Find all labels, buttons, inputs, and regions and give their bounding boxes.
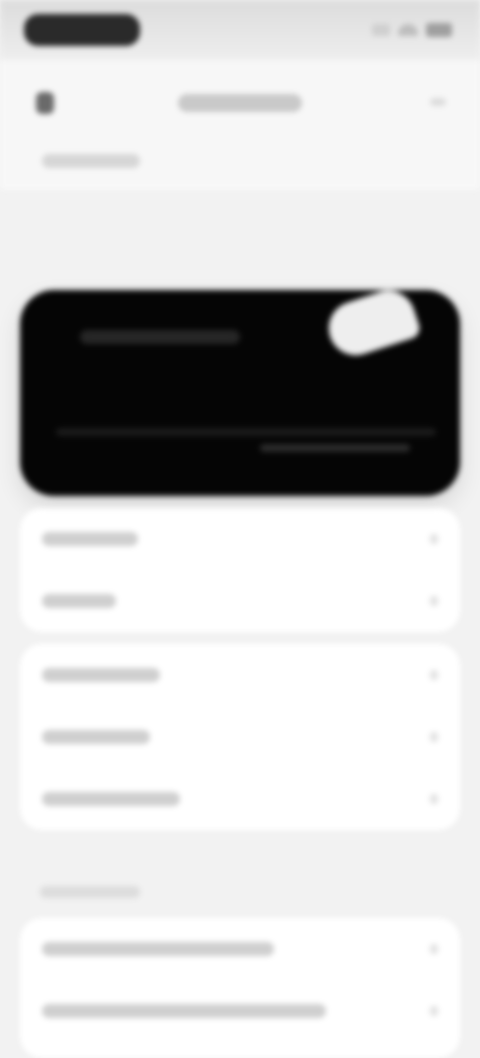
section-title xyxy=(40,886,140,898)
chevron-right-icon xyxy=(430,670,438,680)
settings-group-2 xyxy=(20,644,460,830)
hero-title xyxy=(80,330,240,344)
chevron-right-icon xyxy=(430,732,438,742)
list-item[interactable] xyxy=(20,508,460,570)
list-item[interactable] xyxy=(20,706,460,768)
status-bar xyxy=(0,0,480,60)
settings-group-1 xyxy=(20,508,460,632)
status-time xyxy=(24,14,140,46)
list-item-label xyxy=(42,1004,326,1018)
chevron-right-icon xyxy=(430,534,438,544)
chevron-right-icon xyxy=(430,596,438,606)
header-subtitle xyxy=(42,154,140,168)
list-item[interactable] xyxy=(20,980,460,1042)
settings-group-3 xyxy=(20,918,460,1058)
signal-icon xyxy=(372,24,390,36)
wifi-icon xyxy=(398,24,418,36)
page-title xyxy=(178,94,302,112)
status-icons xyxy=(356,22,452,38)
list-item[interactable] xyxy=(20,768,460,830)
battery-icon xyxy=(426,23,452,37)
list-item-label xyxy=(42,792,180,806)
chevron-right-icon xyxy=(430,944,438,954)
list-item[interactable] xyxy=(20,644,460,706)
menu-icon[interactable] xyxy=(430,98,446,106)
list-item[interactable] xyxy=(20,570,460,632)
hero-card[interactable] xyxy=(20,290,460,496)
hero-subtitle xyxy=(56,428,436,436)
list-item-label xyxy=(42,730,150,744)
chevron-right-icon xyxy=(430,1006,438,1016)
hero-detail xyxy=(260,444,410,452)
list-item-label xyxy=(42,532,138,546)
back-arrow-icon[interactable] xyxy=(36,92,54,114)
list-item[interactable] xyxy=(20,918,460,980)
app-header xyxy=(0,60,480,190)
list-item-label xyxy=(42,594,116,608)
list-item-label xyxy=(42,942,274,956)
list-item-label xyxy=(42,668,160,682)
chevron-right-icon xyxy=(430,794,438,804)
hero-decoration xyxy=(321,290,423,363)
